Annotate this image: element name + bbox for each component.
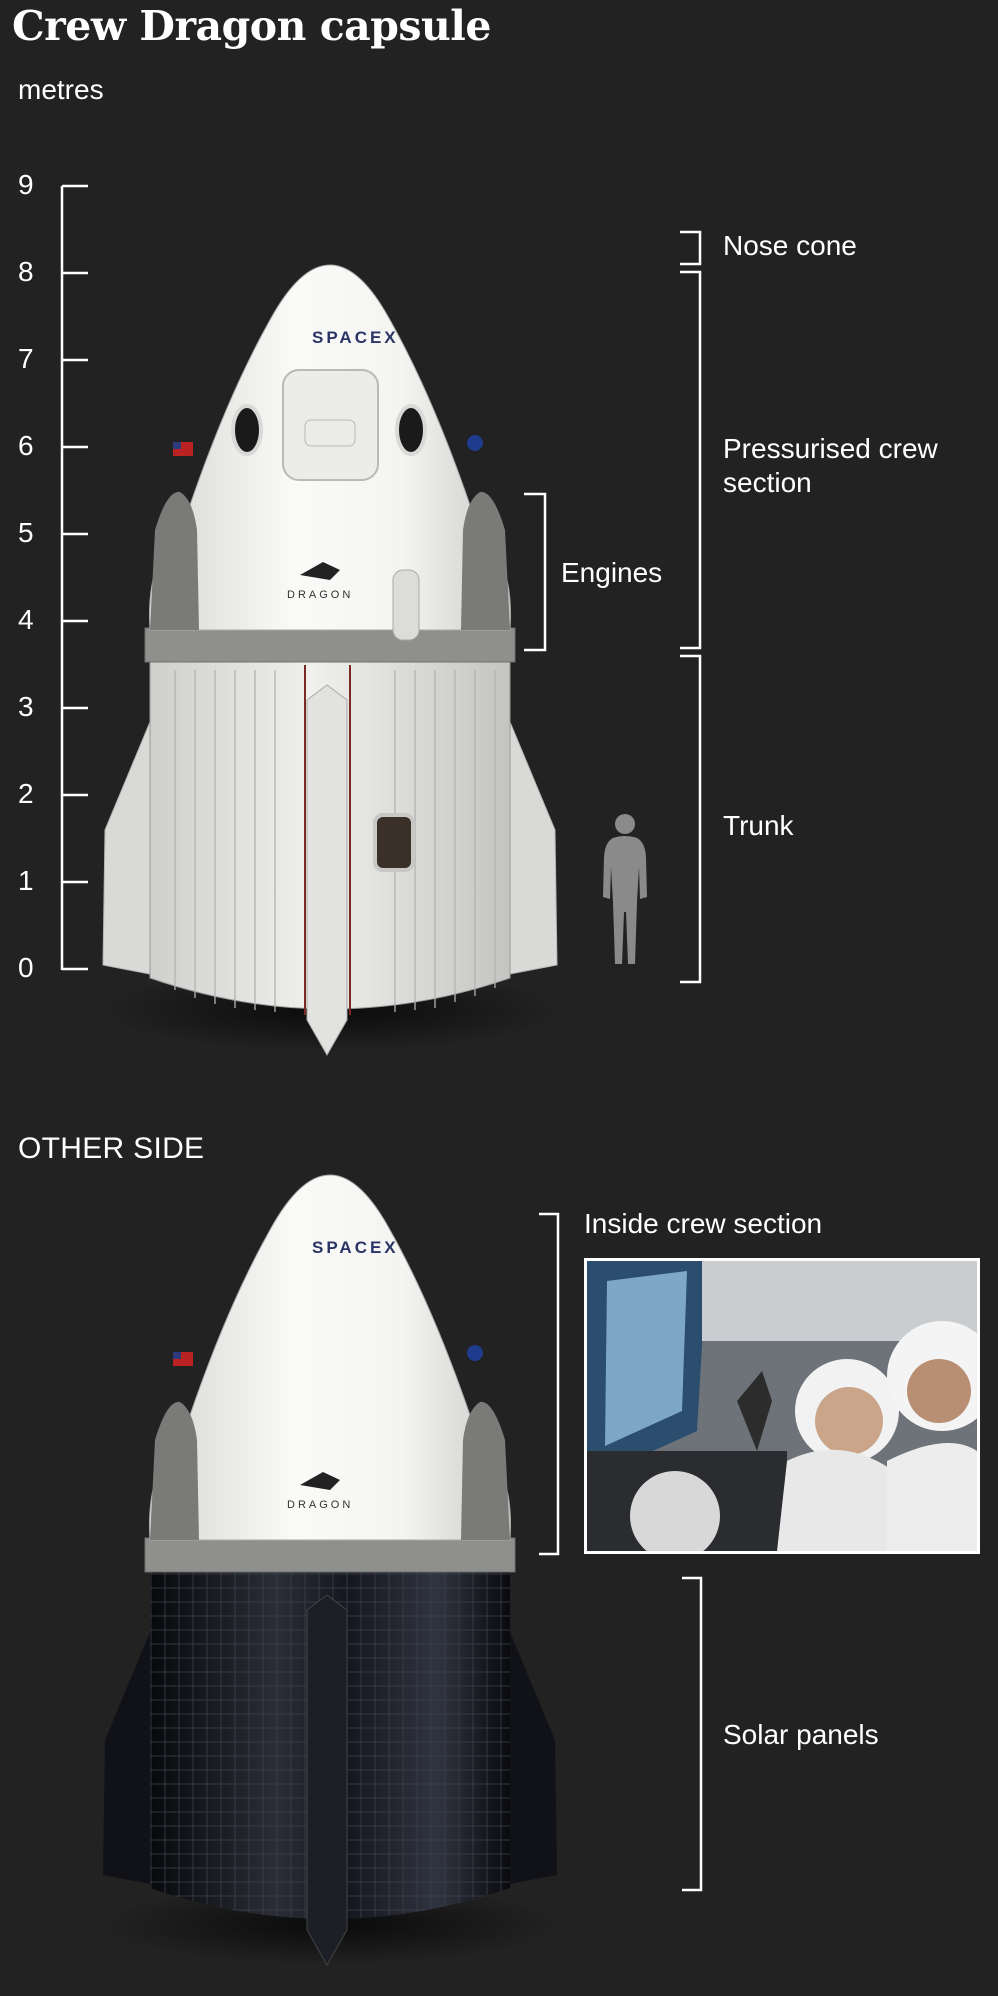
part-brackets	[524, 230, 702, 984]
tick-label-8: 8	[18, 256, 34, 287]
label-nose-cone: Nose cone	[723, 230, 857, 261]
tick-label-3: 3	[18, 691, 34, 722]
bracket-solar-panels	[682, 1576, 703, 1892]
chart-title: Crew Dragon capsule	[12, 2, 491, 50]
capsule-back-illustration: SPACEX DRAGON	[100, 1174, 560, 1967]
units-label: metres	[18, 74, 104, 105]
tick-label-2: 2	[18, 778, 34, 809]
dragon-logo-text-back: DRAGON	[287, 1499, 353, 1511]
bracket-trunk	[680, 654, 702, 984]
tick-label-5: 5	[18, 517, 34, 548]
label-trunk: Trunk	[723, 810, 794, 841]
label-pressurised-crew-section: Pressurised crew section	[723, 433, 938, 498]
dragon-logo-text: DRAGON	[287, 589, 353, 601]
spacex-logo-text: SPACEX	[312, 328, 399, 347]
tick-label-7: 7	[18, 343, 34, 374]
crew-interior-photo	[584, 1258, 980, 1554]
tick-label-1: 1	[18, 865, 34, 896]
bracket-inside-crew	[539, 1212, 560, 1556]
bracket-engines	[524, 492, 547, 652]
tick-label-4: 4	[18, 604, 34, 635]
bracket-pressurised	[680, 270, 702, 650]
tick-label-9: 9	[18, 169, 34, 200]
tick-label-6: 6	[18, 430, 34, 461]
tick-label-0: 0	[18, 952, 34, 983]
bracket-nose-cone	[680, 230, 702, 266]
label-solar-panels: Solar panels	[723, 1719, 879, 1750]
spacex-logo-text-back: SPACEX	[312, 1238, 399, 1257]
label-inside-crew-section: Inside crew section	[584, 1208, 823, 1239]
label-engines: Engines	[561, 557, 663, 588]
capsule-front-illustration: SPACEX DRAGON	[100, 264, 560, 1057]
